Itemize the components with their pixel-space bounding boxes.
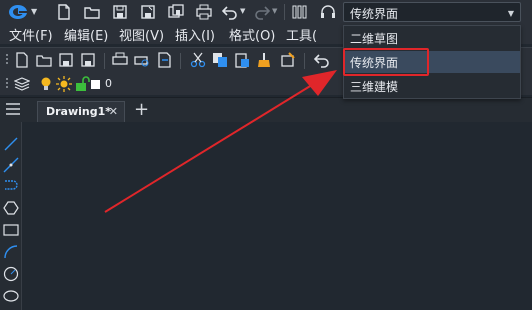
annotation-arrow xyxy=(104,70,337,213)
